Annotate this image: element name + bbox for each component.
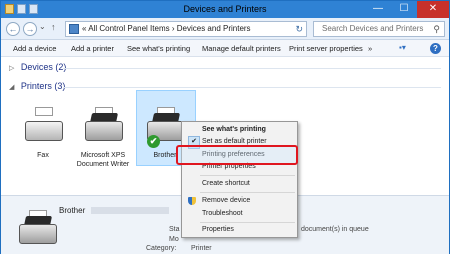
manage-default-printers-button[interactable]: Manage default printers [202,44,281,53]
menu-create-shortcut[interactable]: Create shortcut [182,178,297,190]
selected-printer-icon [15,210,57,246]
breadcrumb-sep-1: « [82,24,87,33]
default-printer-check-icon: ✔ [147,135,160,148]
breadcrumb-sep-2[interactable]: › [172,24,175,33]
forward-button[interactable]: → [23,22,37,36]
menu-separator [200,222,295,223]
printing-preferences-annotation [176,145,298,165]
address-row: ← → ⌄ ↑ « All Control Panel Items › Devi… [1,18,449,40]
devices-printers-window: Devices and Printers — ☐ ✕ ← → ⌄ ↑ « All… [0,0,450,254]
back-button[interactable]: ← [6,22,20,36]
expand-arrow-icon[interactable]: ▷ [9,65,14,72]
menu-properties[interactable]: Properties [182,224,297,236]
printer-icon [81,107,125,147]
group-divider [63,87,441,88]
details-state-value: document(s) in queue [301,226,369,233]
details-model-label: Mo [169,236,179,243]
recent-locations-dropdown[interactable]: ⌄ [39,22,46,31]
search-icon[interactable]: ⚲ [433,22,440,36]
up-button[interactable]: ↑ [51,22,56,32]
title-bar: Devices and Printers — ☐ ✕ [1,1,449,18]
redacted-model-name [91,207,170,215]
menu-remove-device[interactable]: Remove device [182,195,297,207]
print-server-properties-button[interactable]: Print server properties [289,44,363,53]
fax-icon [21,107,65,147]
minimize-button[interactable]: — [365,1,391,18]
add-device-button[interactable]: Add a device [13,44,56,53]
details-category-value: Printer [191,245,212,252]
printer-label-xps: Microsoft XPS Document Writer [76,152,130,168]
close-button[interactable]: ✕ [417,1,449,18]
help-icon[interactable]: ? [430,43,441,54]
context-menu: See what's printing Set as default print… [181,121,298,238]
group-printers-label: Printers (3) [20,81,66,91]
group-devices-label: Devices (2) [20,62,67,72]
printer-item-xps[interactable]: Microsoft XPS Document Writer [75,107,131,169]
search-placeholder: Search Devices and Printers [322,24,424,33]
fax-body [25,121,63,141]
more-commands-button[interactable]: » [368,44,372,53]
printer-body [19,224,57,244]
breadcrumb-all-control-panel[interactable]: All Control Panel Items [88,24,169,33]
command-bar: Add a device Add a printer See what's pr… [1,40,449,57]
details-printer-name: Brother [59,206,170,215]
add-printer-button[interactable]: Add a printer [71,44,114,53]
group-devices[interactable]: ▷ Devices (2) [9,62,66,72]
menu-separator [200,192,295,193]
printer-body [85,121,123,141]
printer-item-fax[interactable]: Fax [15,107,71,160]
details-category-label: Category: [146,245,177,252]
window-controls: — ☐ ✕ [365,1,449,18]
menu-see-printing[interactable]: See what's printing [182,124,297,136]
group-divider [63,68,441,69]
search-input[interactable]: Search Devices and Printers ⚲ [313,21,445,37]
menu-troubleshoot[interactable]: Troubleshoot [182,208,297,220]
menu-separator [200,175,295,176]
address-bar[interactable]: « All Control Panel Items › Devices and … [65,21,307,37]
collapse-arrow-icon[interactable]: ◢ [9,84,14,91]
details-state-label: Sta [169,226,180,233]
refresh-icon[interactable]: ↻ [295,22,303,36]
menu-remove-device-label: Remove device [202,197,251,204]
change-view-icon[interactable]: ▪▾ [399,43,406,52]
details-name-text: Brother [59,206,86,215]
control-panel-icon [69,24,79,34]
breadcrumb-devices-printers[interactable]: Devices and Printers [177,24,251,33]
fax-paper [35,107,53,116]
see-printing-button[interactable]: See what's printing [127,44,190,53]
maximize-button[interactable]: ☐ [391,1,417,18]
group-printers[interactable]: ◢ Printers (3) [9,81,65,91]
shield-icon [188,197,196,205]
printer-label-fax: Fax [37,152,49,159]
